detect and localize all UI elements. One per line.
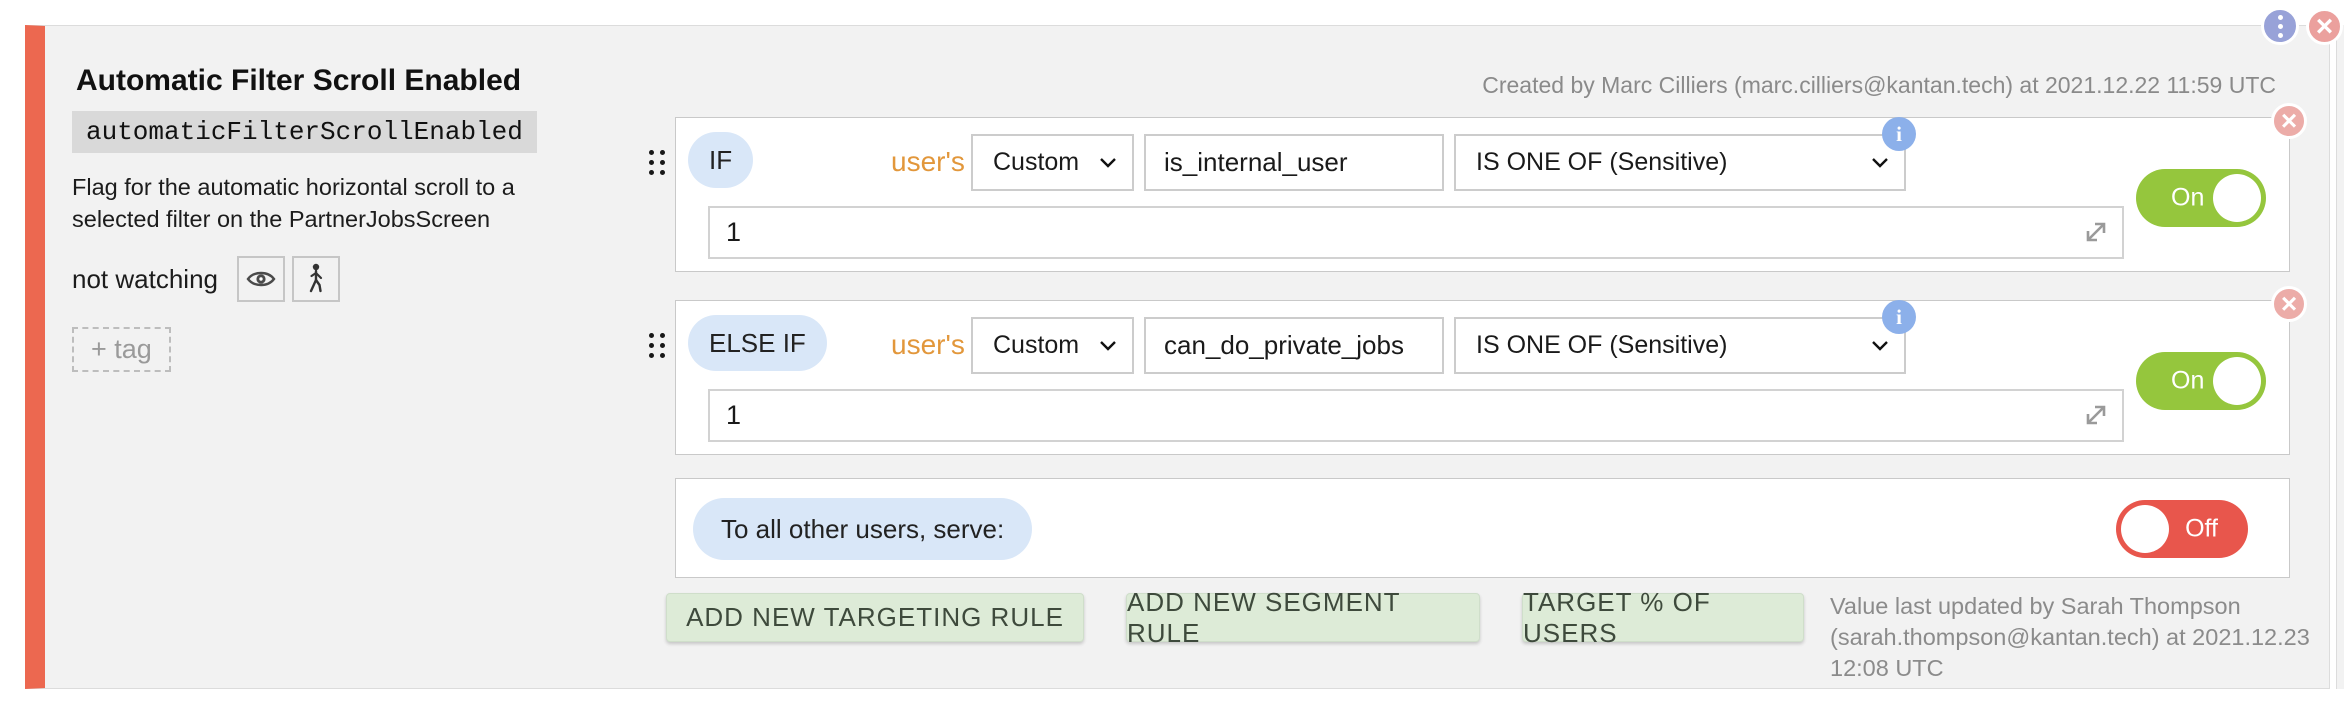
feature-flag-card-screen: × Created by Marc Cilliers (marc.cillier… (0, 0, 2344, 706)
add-tag-label: + tag (91, 334, 152, 365)
watch-flag-button[interactable] (237, 256, 285, 302)
eye-icon (246, 268, 276, 290)
served-value: 1 (726, 217, 741, 248)
targeting-rule-if: IF user's Custom IS ONE OF (Sensitive) i… (675, 117, 2290, 272)
walking-person-icon (306, 263, 326, 295)
chevron-down-icon (1099, 340, 1117, 351)
operator-info-icon[interactable]: i (1882, 117, 1916, 151)
delete-rule-button[interactable]: × (2271, 103, 2307, 139)
flag-title: Automatic Filter Scroll Enabled (76, 64, 521, 98)
operator-value: IS ONE OF (Sensitive) (1476, 331, 1727, 360)
drag-dots-icon (649, 333, 654, 338)
attribute-name-input[interactable] (1144, 317, 1444, 374)
button-label: ADD NEW TARGETING RULE (686, 602, 1064, 633)
toggle-state-label: On (2171, 184, 2204, 213)
rule-subject-label: user's (891, 317, 965, 373)
toggle-state-label: On (2171, 367, 2204, 396)
watch-status-label: not watching (72, 264, 218, 295)
expand-value-button[interactable] (2082, 218, 2110, 246)
rule-toggle-on[interactable]: On (2136, 352, 2266, 410)
attribute-type-select[interactable]: Custom (971, 134, 1134, 191)
close-icon: × (2281, 107, 2297, 135)
attribute-name-input[interactable] (1144, 134, 1444, 191)
attribute-type-select[interactable]: Custom (971, 317, 1134, 374)
flag-description: Flag for the automatic horizontal scroll… (72, 172, 577, 235)
target-percent-users-button[interactable]: TARGET % OF USERS (1522, 593, 1804, 642)
close-flag-button[interactable]: × (2306, 8, 2343, 45)
served-value-field[interactable]: 1 (708, 206, 2124, 259)
attribute-type-value: Custom (993, 331, 1079, 360)
default-rule-card: To all other users, serve: Off (675, 478, 2290, 578)
chevron-down-icon (1099, 157, 1117, 168)
drag-dots-icon (649, 150, 654, 155)
toggle-knob (2213, 357, 2261, 405)
add-targeting-rule-button[interactable]: ADD NEW TARGETING RULE (666, 593, 1084, 642)
served-value-field[interactable]: 1 (708, 389, 2124, 442)
chevron-down-icon (1871, 157, 1889, 168)
expand-diagonal-icon (2082, 401, 2110, 429)
chevron-down-icon (1871, 340, 1889, 351)
attribute-type-value: Custom (993, 148, 1079, 177)
operator-value: IS ONE OF (Sensitive) (1476, 148, 1727, 177)
default-rule-label: To all other users, serve: (693, 498, 1032, 560)
rule-drag-handle[interactable] (649, 150, 671, 178)
default-rule-toggle-off[interactable]: Off (2116, 500, 2248, 558)
expand-value-button[interactable] (2082, 401, 2110, 429)
rule-drag-handle[interactable] (649, 333, 671, 361)
flag-menu-button[interactable] (2261, 7, 2299, 45)
rule-subject-label: user's (891, 134, 965, 190)
add-segment-rule-button[interactable]: ADD NEW SEGMENT RULE (1126, 593, 1480, 642)
served-value: 1 (726, 400, 741, 431)
toggle-state-label: Off (2185, 515, 2218, 544)
kebab-menu-icon (2278, 15, 2283, 20)
adjacent-panel-edge (2336, 25, 2344, 689)
rule-keyword-badge: IF (688, 132, 753, 188)
flag-key-chip: automaticFilterScrollEnabled (72, 111, 537, 153)
created-by-text: Created by Marc Cilliers (marc.cilliers@… (1482, 72, 2276, 99)
close-icon: × (2316, 12, 2334, 42)
operator-info-icon[interactable]: i (1882, 300, 1916, 334)
last-updated-text: Value last updated by Sarah Thompson (sa… (1830, 591, 2312, 684)
close-icon: × (2281, 290, 2297, 318)
rule-toggle-on[interactable]: On (2136, 169, 2266, 227)
button-label: ADD NEW SEGMENT RULE (1127, 587, 1479, 649)
toggle-knob (2121, 505, 2169, 553)
delete-rule-button[interactable]: × (2271, 286, 2307, 322)
button-label: TARGET % OF USERS (1523, 587, 1803, 649)
targeting-rule-else-if: ELSE IF user's Custom IS ONE OF (Sensiti… (675, 300, 2290, 455)
watching-users-button[interactable] (292, 256, 340, 302)
rule-keyword-badge: ELSE IF (688, 315, 827, 371)
add-tag-button[interactable]: + tag (72, 327, 171, 372)
operator-select[interactable]: IS ONE OF (Sensitive) (1454, 134, 1906, 191)
expand-diagonal-icon (2082, 218, 2110, 246)
toggle-knob (2213, 174, 2261, 222)
operator-select[interactable]: IS ONE OF (Sensitive) (1454, 317, 1906, 374)
